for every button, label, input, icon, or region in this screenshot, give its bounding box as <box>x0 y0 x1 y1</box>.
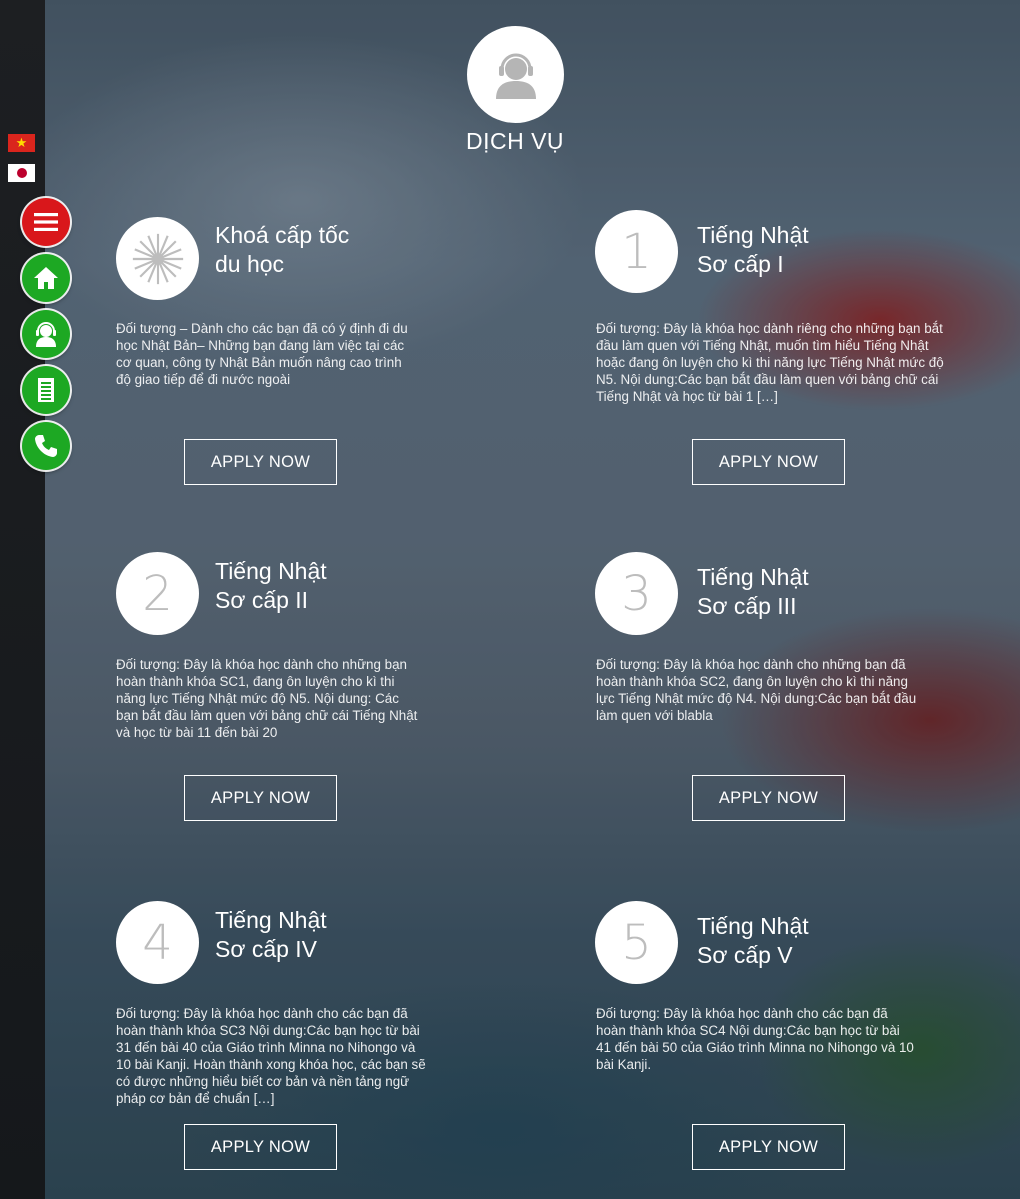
course-badge: 2 <box>116 552 199 635</box>
apply-now-button[interactable]: APPLY NOW <box>692 775 845 821</box>
course-title-line2: Sơ cấp IV <box>215 936 318 962</box>
course-badge: 4 <box>116 901 199 984</box>
course-title-line1: Khoá cấp tốc <box>215 222 350 248</box>
home-icon <box>34 267 58 289</box>
course-title-line1: Tiếng Nhật <box>215 907 327 933</box>
apply-now-button[interactable]: APPLY NOW <box>692 1124 845 1170</box>
japan-flag-icon[interactable] <box>8 164 35 182</box>
course-badge: 5 <box>595 901 678 984</box>
course-description: Đối tượng: Đây là khóa học dành cho các … <box>116 1006 426 1106</box>
course-title: Khoá cấp tốc du học <box>215 221 349 279</box>
menu-button[interactable] <box>22 198 70 246</box>
menu-icon <box>34 213 58 231</box>
flower-icon <box>132 233 183 284</box>
course-badge: 1 <box>595 210 678 293</box>
headset-support-icon <box>36 322 56 347</box>
document-button[interactable] <box>22 366 70 414</box>
course-title-line1: Tiếng Nhật <box>697 222 809 248</box>
course-description: Đối tượng: Đây là khóa học dành cho nhữn… <box>116 657 418 740</box>
apply-now-button[interactable]: APPLY NOW <box>184 775 337 821</box>
course-title: Tiếng Nhật Sơ cấp I <box>697 221 809 279</box>
vietnam-flag-icon[interactable]: ★ <box>8 134 35 152</box>
course-badge: 3 <box>595 552 678 635</box>
course-title-line2: Sơ cấp V <box>697 942 793 968</box>
support-button[interactable] <box>22 310 70 358</box>
course-title: Tiếng Nhật Sơ cấp IV <box>215 906 327 964</box>
headset-support-icon <box>495 53 536 99</box>
apply-now-button[interactable]: APPLY NOW <box>692 439 845 485</box>
section-title: DỊCH VỤ <box>465 128 565 154</box>
course-description: Đối tượng: Đây là khóa học dành cho nhữn… <box>596 657 917 723</box>
course-description: Đối tượng – Dành cho các bạn đã có ý địn… <box>116 321 408 387</box>
apply-now-button[interactable]: APPLY NOW <box>184 1124 337 1170</box>
course-title-line2: Sơ cấp I <box>697 251 784 277</box>
document-icon <box>38 378 54 402</box>
course-badge <box>116 217 199 300</box>
course-title-line2: du học <box>215 251 285 277</box>
home-button[interactable] <box>22 254 70 302</box>
phone-button[interactable] <box>22 422 70 470</box>
course-title-line1: Tiếng Nhật <box>697 564 809 590</box>
course-title: Tiếng Nhật Sơ cấp III <box>697 563 809 621</box>
course-title-line2: Sơ cấp III <box>697 593 797 619</box>
phone-icon <box>35 435 57 457</box>
course-title-line1: Tiếng Nhật <box>697 913 809 939</box>
course-title-line2: Sơ cấp II <box>215 587 309 613</box>
course-description: Đối tượng: Đây là khóa học dành cho các … <box>596 1006 914 1072</box>
course-title: Tiếng Nhật Sơ cấp V <box>697 912 809 970</box>
course-title: Tiếng Nhật Sơ cấp II <box>215 557 327 615</box>
course-title-line1: Tiếng Nhật <box>215 558 327 584</box>
course-description: Đối tượng: Đây là khóa học dành riêng ch… <box>596 321 944 404</box>
service-header-icon <box>467 26 564 123</box>
apply-now-button[interactable]: APPLY NOW <box>184 439 337 485</box>
